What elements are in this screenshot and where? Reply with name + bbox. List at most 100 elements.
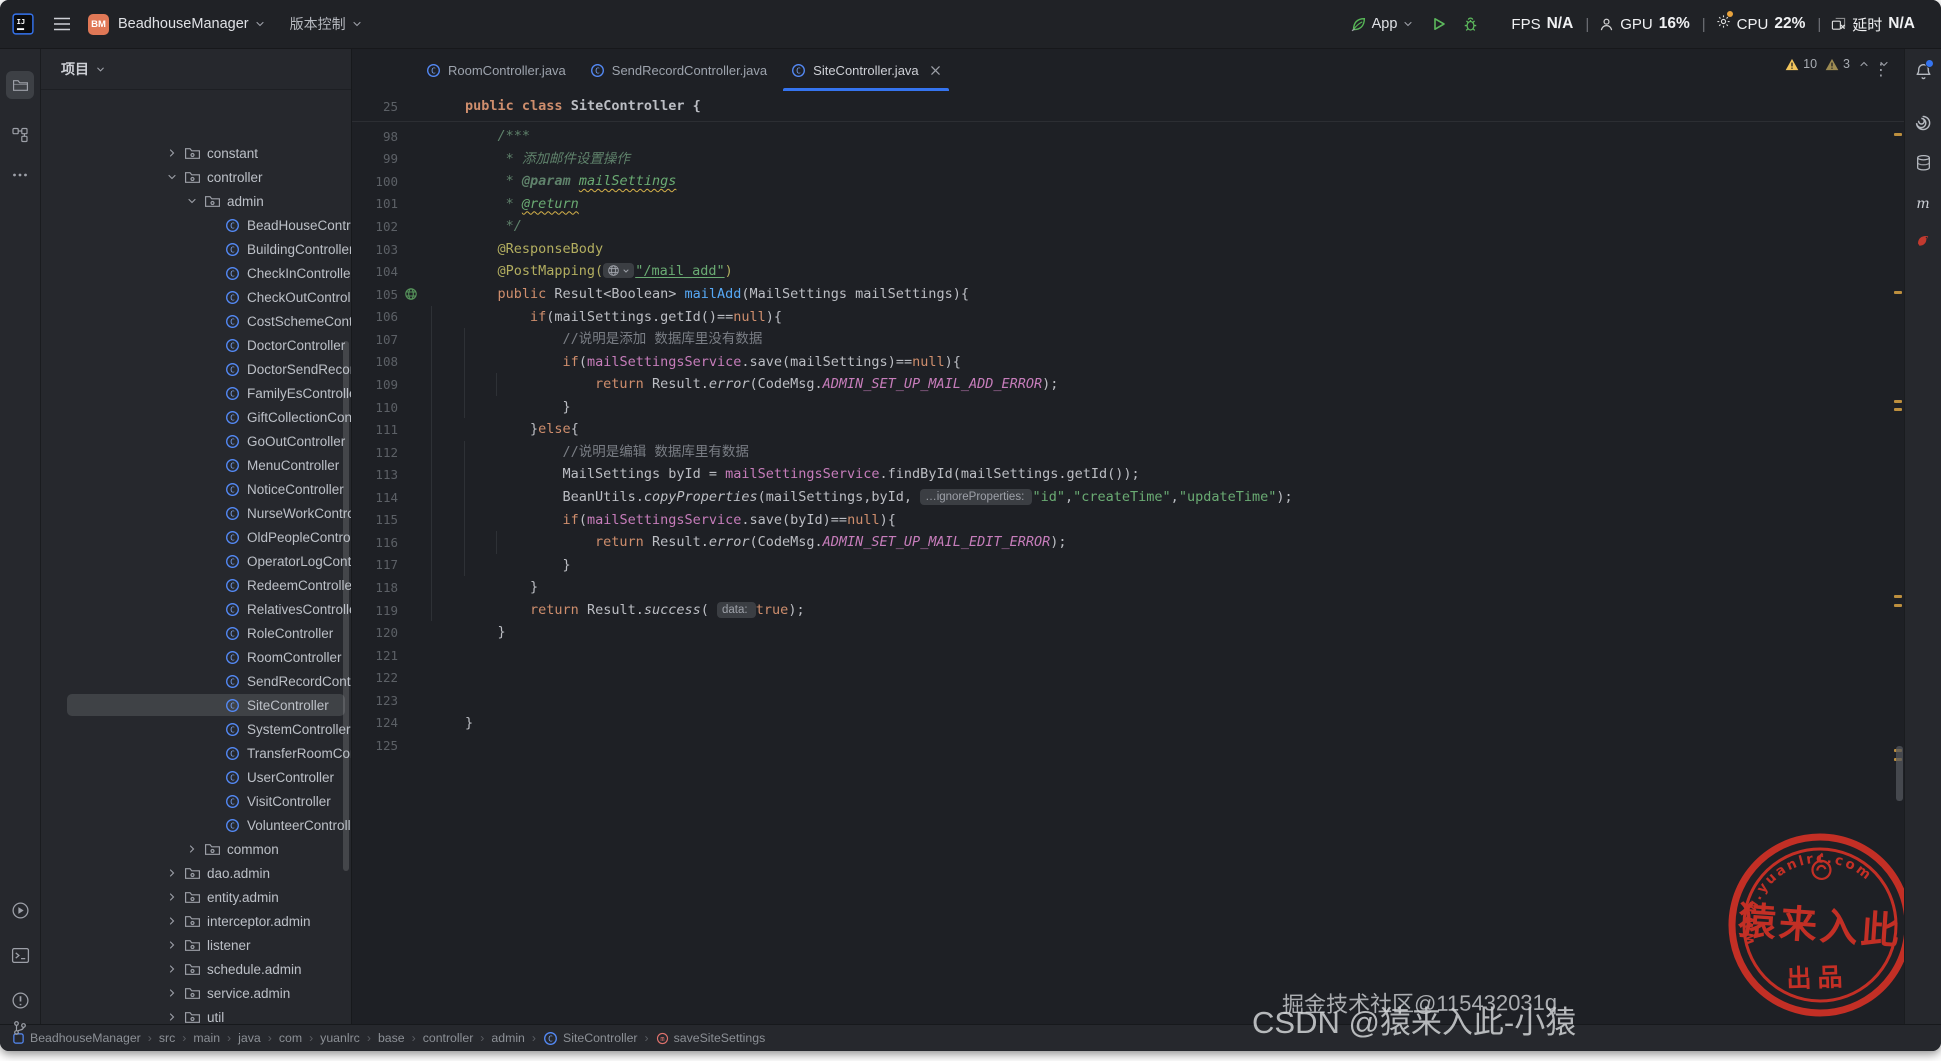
chevron-right-icon[interactable] bbox=[166, 890, 184, 904]
tree-item-DoctorController[interactable]: C DoctorController bbox=[41, 333, 351, 357]
tree-item-SiteController[interactable]: C SiteController bbox=[41, 693, 351, 717]
code-line-100[interactable]: 100 * @param mailSettings bbox=[352, 170, 1904, 193]
tree-item-CheckInController[interactable]: C CheckInController bbox=[41, 261, 351, 285]
tree-item-BuildingController[interactable]: C BuildingController bbox=[41, 237, 351, 261]
close-tab-icon[interactable] bbox=[930, 65, 941, 76]
inspections-widget[interactable]: 10 3 bbox=[1785, 49, 1890, 79]
chevron-right-icon[interactable] bbox=[166, 146, 184, 160]
run-button-icon[interactable] bbox=[1431, 16, 1447, 32]
tab-SendRecordController.java[interactable]: C SendRecordController.java bbox=[578, 49, 779, 91]
tree-item-RoomController[interactable]: C RoomController bbox=[41, 645, 351, 669]
chevron-right-icon[interactable] bbox=[166, 986, 184, 1000]
sticky-header-line[interactable]: 25 public class SiteController { bbox=[352, 91, 1904, 122]
breadcrumb-main[interactable]: main bbox=[193, 1031, 220, 1045]
tree-item-BeadHouseController[interactable]: C BeadHouseController bbox=[41, 213, 351, 237]
tree-item-interceptor.admin[interactable]: interceptor.admin bbox=[41, 909, 351, 933]
tree-item-RelativesController[interactable]: C RelativesController bbox=[41, 597, 351, 621]
tree-item-SendRecordController[interactable]: C SendRecordController bbox=[41, 669, 351, 693]
code-line-118[interactable]: 118 } bbox=[352, 576, 1904, 599]
warnings-group[interactable]: 10 bbox=[1785, 57, 1817, 71]
main-menu-hamburger-icon[interactable] bbox=[52, 14, 72, 34]
tree-item-TransferRoomController[interactable]: C TransferRoomController bbox=[41, 741, 351, 765]
vcs-widget[interactable]: 版本控制 bbox=[290, 14, 363, 34]
endpoint-globe-inlay[interactable] bbox=[603, 263, 635, 279]
weak-warnings-group[interactable]: 3 bbox=[1825, 57, 1850, 71]
tree-item-NoticeController[interactable]: C NoticeController bbox=[41, 477, 351, 501]
tree-item-listener[interactable]: listener bbox=[41, 933, 351, 957]
breadcrumb-base[interactable]: base bbox=[378, 1031, 405, 1045]
tree-item-CheckOutController[interactable]: C CheckOutController bbox=[41, 285, 351, 309]
code-line-103[interactable]: 103 @ResponseBody bbox=[352, 238, 1904, 261]
project-folder-icon[interactable] bbox=[6, 71, 34, 99]
more-icon[interactable] bbox=[6, 161, 34, 189]
tree-item-OldPeopleController[interactable]: C OldPeopleController bbox=[41, 525, 351, 549]
tree-item-admin[interactable]: admin bbox=[41, 189, 351, 213]
code-line-109[interactable]: 109 return Result.error(CodeMsg.ADMIN_SE… bbox=[352, 373, 1904, 396]
tab-SiteController.java[interactable]: C SiteController.java bbox=[779, 49, 953, 91]
code-viewport[interactable]: 98 /*** 99 * 添加邮件设置操作 100 * @param mailSet… bbox=[352, 125, 1904, 757]
breadcrumb-controller[interactable]: controller bbox=[423, 1031, 474, 1045]
code-line-124[interactable]: 124} bbox=[352, 712, 1904, 735]
project-badge[interactable]: BM bbox=[88, 13, 109, 35]
spring-icon[interactable] bbox=[1909, 109, 1937, 137]
tree-item-VolunteerController[interactable]: C VolunteerController bbox=[41, 813, 351, 837]
code-line-98[interactable]: 98 /*** bbox=[352, 125, 1904, 148]
breadcrumb-yuanlrc[interactable]: yuanlrc bbox=[320, 1031, 360, 1045]
tree-item-MenuController[interactable]: C MenuController bbox=[41, 453, 351, 477]
chevron-right-icon[interactable] bbox=[166, 938, 184, 952]
editor-scrollbar-thumb[interactable] bbox=[1896, 746, 1903, 801]
code-line-111[interactable]: 111 }else{ bbox=[352, 418, 1904, 441]
code-line-119[interactable]: 119 return Result.success( data: true); bbox=[352, 598, 1904, 622]
project-panel-header[interactable]: 项目 bbox=[41, 49, 351, 90]
chevron-right-icon[interactable] bbox=[166, 1010, 184, 1024]
code-line-105[interactable]: 105 public Result<Boolean> mailAdd(MailS… bbox=[352, 283, 1904, 306]
tree-item-FamilyEsController[interactable]: C FamilyEsController bbox=[41, 381, 351, 405]
tree-item-OperatorLogController[interactable]: C OperatorLogController bbox=[41, 549, 351, 573]
tree-item-RedeemController[interactable]: C RedeemController bbox=[41, 573, 351, 597]
project-selector[interactable]: BeadhouseManager bbox=[118, 16, 266, 32]
code-line-102[interactable]: 102 */ bbox=[352, 215, 1904, 238]
code-line-121[interactable]: 121 bbox=[352, 644, 1904, 667]
breadcrumb-saveSiteSettings[interactable]: m saveSiteSettings bbox=[656, 1031, 765, 1045]
tree-item-GiftCollectionController[interactable]: C GiftCollectionController bbox=[41, 405, 351, 429]
code-line-110[interactable]: 110 } bbox=[352, 395, 1904, 419]
tree-item-entity.admin[interactable]: entity.admin bbox=[41, 885, 351, 909]
breadcrumb-java[interactable]: java bbox=[238, 1031, 261, 1045]
tree-item-dao.admin[interactable]: dao.admin bbox=[41, 861, 351, 885]
code-line-99[interactable]: 99 * 添加邮件设置操作 bbox=[352, 148, 1904, 171]
tree-item-NurseWorkController[interactable]: C NurseWorkController bbox=[41, 501, 351, 525]
tree-item-GoOutController[interactable]: C GoOutController bbox=[41, 429, 351, 453]
maven-icon[interactable]: m bbox=[1909, 189, 1937, 217]
code-line-114[interactable]: 114 BeanUtils.copyProperties(mailSetting… bbox=[352, 486, 1904, 509]
code-line-123[interactable]: 123 bbox=[352, 689, 1904, 712]
structure-icon[interactable] bbox=[6, 121, 34, 149]
tab-RoomController.java[interactable]: C RoomController.java bbox=[414, 49, 578, 91]
tree-item-RoleController[interactable]: C RoleController bbox=[41, 621, 351, 645]
git-branch-icon[interactable] bbox=[6, 1014, 34, 1042]
chevron-right-icon[interactable] bbox=[166, 866, 184, 880]
tree-item-UserController[interactable]: C UserController bbox=[41, 765, 351, 789]
breadcrumb-admin[interactable]: admin bbox=[491, 1031, 525, 1045]
code-line-125[interactable]: 125 bbox=[352, 734, 1904, 757]
code-line-116[interactable]: 116 return Result.error(CodeMsg.ADMIN_SE… bbox=[352, 531, 1904, 554]
tree-item-VisitController[interactable]: C VisitController bbox=[41, 789, 351, 813]
previous-problem-icon[interactable] bbox=[1858, 58, 1870, 70]
breadcrumb-com[interactable]: com bbox=[279, 1031, 302, 1045]
code-line-101[interactable]: 101 * @return bbox=[352, 193, 1904, 216]
code-line-106[interactable]: 106 if(mailSettings.getId()==null){ bbox=[352, 305, 1904, 329]
services-run-icon[interactable] bbox=[6, 896, 34, 924]
database-icon[interactable] bbox=[1909, 149, 1937, 177]
problems-icon[interactable] bbox=[6, 986, 34, 1014]
breadcrumb-src[interactable]: src bbox=[159, 1031, 175, 1045]
plugin-icon[interactable] bbox=[1909, 227, 1937, 255]
terminal-icon[interactable] bbox=[6, 941, 34, 969]
run-configuration-selector[interactable]: App bbox=[1350, 16, 1415, 33]
next-problem-icon[interactable] bbox=[1878, 58, 1890, 70]
code-line-122[interactable]: 122 bbox=[352, 667, 1904, 690]
tree-item-schedule.admin[interactable]: schedule.admin bbox=[41, 957, 351, 981]
notifications-icon[interactable] bbox=[1909, 57, 1937, 85]
chevron-right-icon[interactable] bbox=[166, 962, 184, 976]
code-line-107[interactable]: 107 //说明是添加 数据库里没有数据 bbox=[352, 328, 1904, 351]
code-line-108[interactable]: 108 if(mailSettingsService.save(mailSett… bbox=[352, 350, 1904, 374]
tree-item-DoctorSendRecordController[interactable]: C DoctorSendRecordController bbox=[41, 357, 351, 381]
